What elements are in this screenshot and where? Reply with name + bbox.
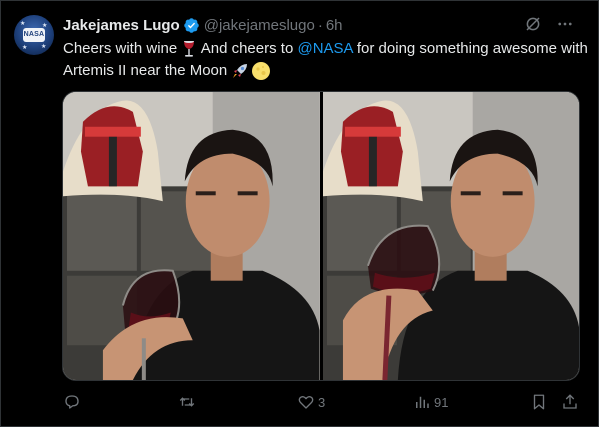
like-button[interactable]: 3	[297, 393, 325, 411]
top-actions	[524, 15, 574, 33]
share-button[interactable]	[561, 393, 579, 411]
tweet-text-part: And cheers to	[197, 40, 298, 57]
photo-right[interactable]	[322, 92, 579, 380]
tweet-card[interactable]: ★ ★ ★ ★ NASA Jakejames Lugo @jakejameslu…	[0, 0, 599, 427]
reply-button[interactable]	[63, 393, 84, 411]
action-bar: 3 91	[59, 393, 585, 415]
avatar[interactable]: ★ ★ ★ ★ NASA	[14, 15, 54, 55]
share-icon	[563, 394, 577, 409]
more-icon[interactable]	[556, 15, 574, 33]
views-button[interactable]: 91	[413, 393, 448, 411]
bookmark-button[interactable]	[530, 393, 548, 411]
tweet-text: Cheers with wine And cheers to @NASA for…	[63, 38, 588, 82]
timestamp[interactable]: 6h	[326, 17, 343, 34]
star-decoration: ★	[41, 44, 47, 50]
grok-icon[interactable]	[524, 15, 542, 33]
separator-dot: ·	[317, 16, 323, 34]
retweet-icon	[179, 397, 195, 407]
media-gallery	[62, 91, 580, 381]
mention-link[interactable]: @NASA	[297, 40, 352, 57]
full-moon-icon	[252, 62, 271, 81]
author-name[interactable]: Jakejames Lugo	[63, 17, 180, 34]
photo-image	[63, 92, 320, 380]
photo-left[interactable]	[63, 92, 320, 380]
heart-icon	[298, 395, 314, 409]
rocket-icon	[233, 64, 248, 79]
wine-glass-icon	[184, 41, 195, 57]
star-decoration: ★	[22, 45, 28, 51]
avatar-badge: NASA	[23, 28, 45, 42]
like-count: 3	[318, 394, 326, 410]
tweet-text-part: Cheers with wine	[63, 40, 182, 57]
author-handle[interactable]: @jakejameslugo	[204, 17, 315, 34]
bookmark-icon	[533, 394, 545, 410]
photo-image	[322, 92, 579, 380]
views-icon	[416, 396, 429, 408]
views-count: 91	[434, 394, 449, 410]
star-decoration: ★	[20, 21, 26, 27]
reply-icon	[65, 395, 79, 409]
tweet-header: Jakejames Lugo @jakejameslugo · 6h	[63, 15, 343, 35]
verified-badge-icon[interactable]	[183, 17, 200, 34]
retweet-button[interactable]	[178, 393, 199, 411]
